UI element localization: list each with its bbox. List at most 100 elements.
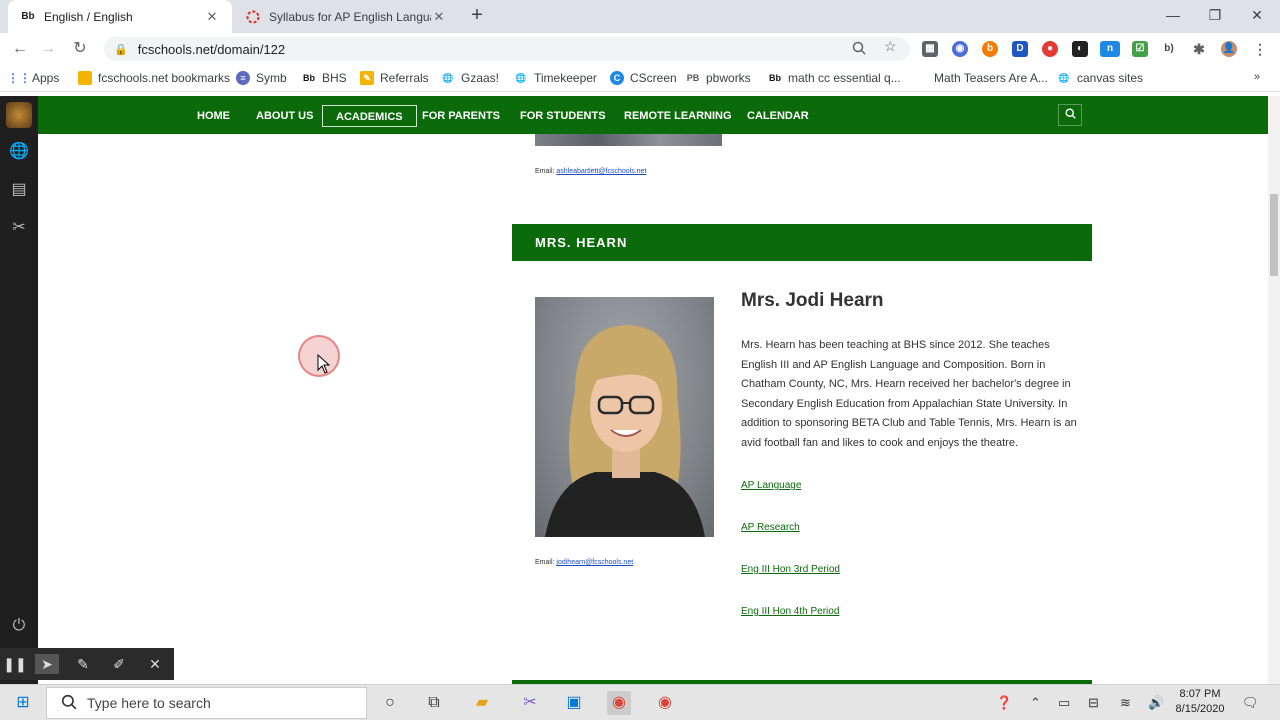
bookmark-label: BHS [322, 71, 347, 85]
volume-icon[interactable]: 🔊 [1148, 695, 1164, 711]
bookmark-pbworks[interactable]: PB pbworks [686, 71, 751, 85]
restore-icon[interactable]: ❐ [1192, 0, 1238, 30]
window-close-icon[interactable]: ✕ [1234, 0, 1280, 30]
tab-syllabus[interactable]: Syllabus for AP English Language ✕ [233, 0, 459, 33]
tray-chevron-up-icon[interactable]: ⌃ [1030, 695, 1041, 711]
back-arrow-icon[interactable]: ← [10, 39, 30, 59]
bookmark-symb[interactable]: ≡ Symb [236, 71, 287, 85]
school-mascot-icon[interactable] [6, 102, 32, 128]
previous-teacher-photo [535, 134, 722, 146]
previous-teacher-email-link[interactable]: ashleabartlett@fcschools.net [556, 168, 646, 175]
close-recorder-icon[interactable]: ✕ [143, 654, 167, 674]
notifications-icon[interactable]: 🗨 [1242, 695, 1259, 711]
bookmark-label: Apps [32, 71, 60, 85]
left-tool-rail: 🌐 ▤ ✂ ⏻ [0, 96, 38, 684]
bookmark-math-cc[interactable]: Bb math cc essential q... [768, 71, 901, 85]
loading-spinner-icon [245, 9, 261, 25]
link-eng-iii-3rd[interactable]: Eng III Hon 3rd Period [741, 564, 840, 575]
site-search-icon[interactable] [1058, 104, 1082, 126]
extension-orange-icon[interactable]: b [982, 41, 998, 57]
bookmark-math-teasers[interactable]: Math Teasers Are A... [934, 71, 1048, 85]
extension-blue-circle-icon[interactable]: ◉ [952, 41, 968, 57]
pen-icon[interactable]: ✎ [71, 654, 95, 674]
profile-avatar[interactable]: 👤 [1221, 41, 1237, 57]
windows-start-icon[interactable]: ⊞ [11, 691, 35, 715]
extension-green-icon[interactable]: ☑ [1132, 41, 1148, 57]
file-explorer-icon[interactable]: ▰ [470, 691, 494, 715]
bookmark-timekeeper[interactable]: 🌐 Timekeeper [514, 71, 597, 85]
scrollbar-thumb[interactable] [1270, 194, 1278, 276]
link-ap-language[interactable]: AP Language [741, 480, 801, 491]
bookmark-canvas-sites[interactable]: 🌐 canvas sites [1057, 71, 1143, 85]
network-adapter-icon[interactable]: ⊟ [1088, 695, 1099, 711]
more-menu-icon[interactable]: ⋮ [1252, 41, 1268, 57]
bookmarks-bar: ⋮⋮ Apps fcschools.net bookmarks ≡ Symb B… [0, 65, 1280, 92]
forward-arrow-icon[interactable]: → [38, 39, 58, 59]
more-bookmarks-chevron-icon[interactable]: » [1254, 71, 1260, 83]
close-tab-icon[interactable]: ✕ [204, 9, 220, 25]
cortana-circle-icon[interactable]: ○ [378, 691, 402, 715]
minimize-icon[interactable]: — [1150, 0, 1196, 30]
taskbar-search-box[interactable]: Type here to search [46, 687, 367, 719]
extension-d-icon[interactable]: D [1012, 41, 1028, 57]
globe-icon[interactable]: 🌐 [9, 142, 29, 162]
new-tab-plus-icon[interactable]: + [466, 5, 488, 27]
taskbar-clock[interactable]: 8:07 PM 8/15/2020 [1168, 687, 1232, 717]
extension-speaker-icon[interactable]: b) [1161, 41, 1177, 57]
email-label: Email: [535, 168, 555, 175]
snipping-tool-icon[interactable]: ✂ [518, 691, 542, 715]
bookmark-folder[interactable]: fcschools.net bookmarks [78, 71, 230, 85]
link-ap-research[interactable]: AP Research [741, 522, 800, 533]
bookmark-label: Math Teasers Are A... [934, 71, 1048, 85]
page-scrollbar[interactable] [1268, 96, 1280, 684]
extension-red-icon[interactable]: ● [1042, 41, 1058, 57]
tools-icon[interactable]: ✂ [9, 218, 29, 238]
nav-for-students[interactable]: FOR STUDENTS [516, 105, 610, 127]
battery-icon[interactable]: ▭ [1058, 695, 1070, 711]
highlighter-icon[interactable]: ✐ [107, 654, 131, 674]
power-icon[interactable]: ⏻ [9, 616, 29, 636]
blackboard-icon: Bb [769, 73, 781, 83]
reload-icon[interactable]: ↻ [70, 39, 90, 59]
bookmark-gzaas[interactable]: 🌐 Gzaas! [441, 71, 499, 85]
bookmark-label: CScreen [630, 71, 677, 85]
bookmark-star-icon[interactable]: ☆ [884, 38, 897, 55]
bookmark-bhs[interactable]: Bb BHS [302, 71, 347, 85]
tab-english[interactable]: Bb English / English ✕ [8, 0, 232, 33]
extension-new-icon[interactable]: n [1100, 41, 1120, 57]
nav-remote-learning[interactable]: REMOTE LEARNING [620, 105, 736, 127]
previous-teacher-email: Email: ashleabartlett@fcschools.net [535, 168, 646, 175]
blackboard-favicon-icon: Bb [21, 11, 35, 22]
wifi-icon[interactable]: ≋ [1120, 695, 1131, 711]
zoom-magnifier-icon[interactable] [852, 41, 866, 58]
nav-about-us[interactable]: ABOUT US [252, 105, 317, 127]
mouse-pointer-icon [317, 354, 331, 374]
chrome-icon[interactable]: ◉ [653, 691, 677, 715]
close-tab-icon[interactable]: ✕ [431, 9, 447, 25]
bookmark-apps[interactable]: ⋮⋮ Apps [7, 71, 60, 85]
teacher-section-header: MRS. HEARN [512, 224, 1092, 261]
nav-calendar[interactable]: CALENDAR [743, 105, 813, 127]
teacher-email-link[interactable]: jodihearn@fcschools.net [556, 559, 633, 566]
browser-tab-strip: Bb English / English ✕ Syllabus for AP E… [0, 0, 1280, 33]
bookmark-label: Timekeeper [534, 71, 597, 85]
chrome-profile-icon[interactable]: ◉ [607, 691, 631, 715]
bookmark-cscreen[interactable]: C CScreen [610, 71, 677, 85]
extensions-puzzle-icon[interactable]: ✱ [1191, 41, 1207, 57]
help-icon[interactable]: ❓ [996, 695, 1012, 711]
store-icon[interactable]: ▣ [562, 691, 586, 715]
pause-icon[interactable]: ❚❚ [3, 654, 27, 674]
web-page: 🌐 ▤ ✂ ⏻ HOME ABOUT US ACADEMICS FOR PARE… [0, 96, 1280, 684]
nav-home[interactable]: HOME [193, 105, 234, 127]
bookmark-referrals[interactable]: ✎ Referrals [360, 71, 429, 85]
link-eng-iii-4th[interactable]: Eng III Hon 4th Period [741, 606, 839, 617]
pointer-tool-icon[interactable]: ➤ [35, 654, 59, 674]
extension-grid-icon[interactable]: ▦ [922, 41, 938, 57]
nav-for-parents[interactable]: FOR PARENTS [418, 105, 504, 127]
nav-academics[interactable]: ACADEMICS [322, 105, 417, 127]
news-icon[interactable]: ▤ [9, 180, 29, 200]
referrals-icon: ✎ [360, 71, 374, 85]
task-view-icon[interactable]: ⧉ [422, 691, 446, 715]
extension-dark-icon[interactable]: ◐ [1072, 41, 1088, 57]
address-bar[interactable]: 🔒 fcschools.net/domain/122 [104, 37, 910, 61]
